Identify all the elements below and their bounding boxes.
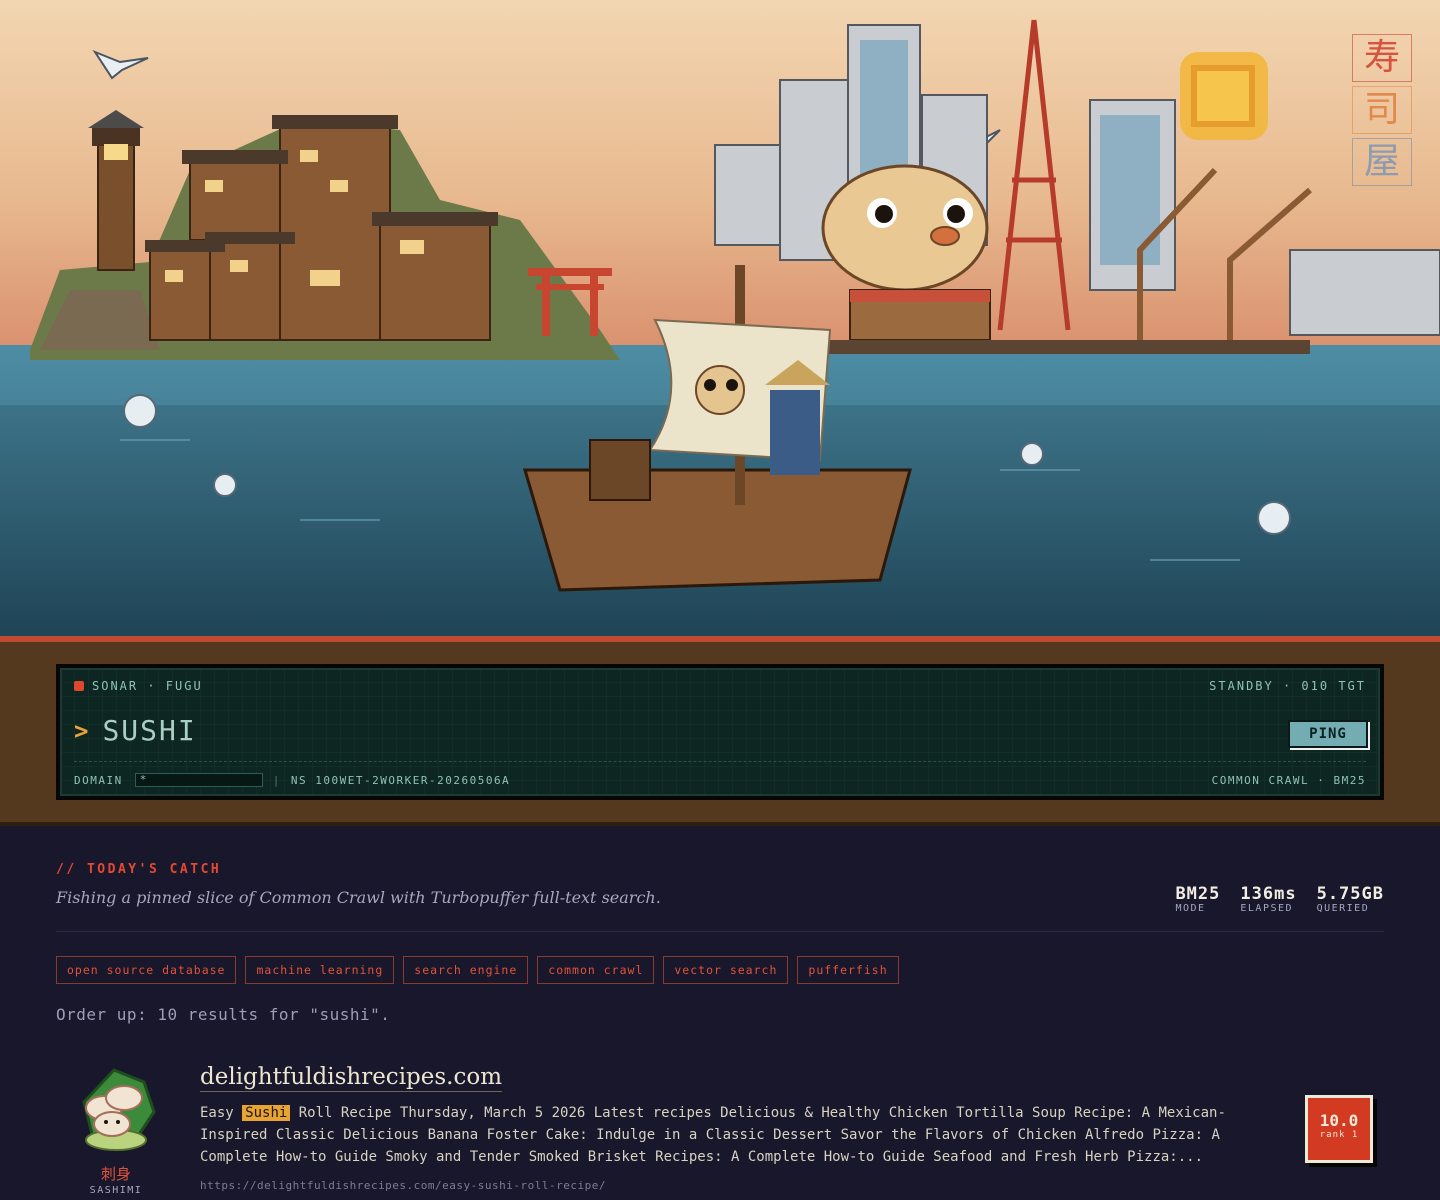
sun-icon: [1180, 52, 1268, 140]
namespace-label: NS 100WET-2WORKER-20260506A: [290, 773, 511, 787]
stat-label: ELAPSED: [1240, 903, 1294, 914]
hero-scene: 寿 司 屋: [0, 0, 1440, 636]
results-count: Order up: 10 results for "sushi".: [56, 1005, 391, 1024]
search-input[interactable]: > SUSHI: [74, 714, 197, 747]
stat-elapsed: 136ms ELAPSED: [1240, 884, 1296, 914]
snippet-text: Easy: [200, 1105, 243, 1121]
score-value: 10.0: [1319, 1111, 1359, 1130]
dish-name-en: SASHIMI: [89, 1185, 143, 1196]
kanji-ya: 屋: [1352, 138, 1412, 186]
status-dot-icon: [74, 681, 84, 691]
ping-button[interactable]: PING: [1288, 720, 1368, 748]
section-divider: [56, 931, 1384, 932]
suggested-tags: open source database machine learning se…: [56, 956, 899, 984]
domain-filter-input[interactable]: *: [134, 773, 263, 787]
search-query-text[interactable]: SUSHI: [102, 714, 196, 747]
stat-mode: BM25 MODE: [1175, 884, 1220, 914]
tag-chip[interactable]: pufferfish: [797, 956, 899, 984]
stat-label: QUERIED: [1316, 903, 1370, 914]
tag-chip[interactable]: vector search: [663, 956, 789, 984]
kanji-shi: 司: [1352, 86, 1412, 134]
kanji-su: 寿: [1352, 34, 1412, 82]
footer-divider: |: [272, 773, 281, 787]
stat-queried: 5.75GB QUERIED: [1317, 884, 1384, 914]
sonar-search-panel: SONAR · FUGU STANDBY · 010 TGT > SUSHI P…: [56, 664, 1384, 800]
snippet-highlight: Sushi: [242, 1105, 291, 1121]
section-label: // TODAY'S CATCH: [56, 862, 222, 877]
tag-chip[interactable]: search engine: [403, 956, 529, 984]
stat-value: 5.75GB: [1316, 884, 1384, 904]
sonar-footer: DOMAIN * | NS 100WET-2WORKER-20260506A C…: [74, 772, 1366, 788]
tag-chip[interactable]: machine learning: [245, 956, 395, 984]
stat-value: BM25: [1175, 884, 1221, 904]
domain-label: DOMAIN: [74, 773, 123, 787]
sashimi-icon: [82, 1068, 156, 1151]
sonar-header: SONAR · FUGU STANDBY · 010 TGT: [74, 678, 1366, 694]
tag-chip[interactable]: common crawl: [537, 956, 655, 984]
result-url-link[interactable]: https://delightfuldishrecipes.com/easy-s…: [200, 1179, 606, 1192]
rank-label: rank 1: [1319, 1130, 1359, 1140]
score-badge: 10.0 rank 1: [1305, 1095, 1373, 1163]
sonar-separator: [74, 761, 1366, 762]
source-label: COMMON CRAWL · BM25: [1211, 773, 1366, 787]
search-stats: BM25 MODE 136ms ELAPSED 5.75GB QUERIED: [1175, 884, 1384, 914]
result-snippet: Easy Sushi Roll Recipe Thursday, March 5…: [200, 1102, 1260, 1168]
result-title-link[interactable]: delightfuldishrecipes.com: [200, 1064, 503, 1092]
harbor-illustration: [0, 0, 1440, 636]
prompt-chevron-icon: >: [74, 716, 89, 745]
stat-label: MODE: [1175, 903, 1206, 914]
giant-pufferfish-icon: [821, 164, 989, 292]
dish-name-jp: 刺身: [100, 1165, 131, 1183]
shop-sign-kanji: 寿 司 屋: [1352, 34, 1412, 186]
sonar-status: STANDBY · 010 TGT: [1209, 679, 1366, 693]
section-subtitle: Fishing a pinned slice of Common Crawl w…: [56, 888, 661, 907]
sonar-title: SONAR · FUGU: [92, 679, 203, 693]
tag-chip[interactable]: open source database: [56, 956, 237, 984]
snippet-text: Roll Recipe Thursday, March 5 2026 Lates…: [200, 1105, 1226, 1165]
stat-value: 136ms: [1240, 884, 1297, 904]
